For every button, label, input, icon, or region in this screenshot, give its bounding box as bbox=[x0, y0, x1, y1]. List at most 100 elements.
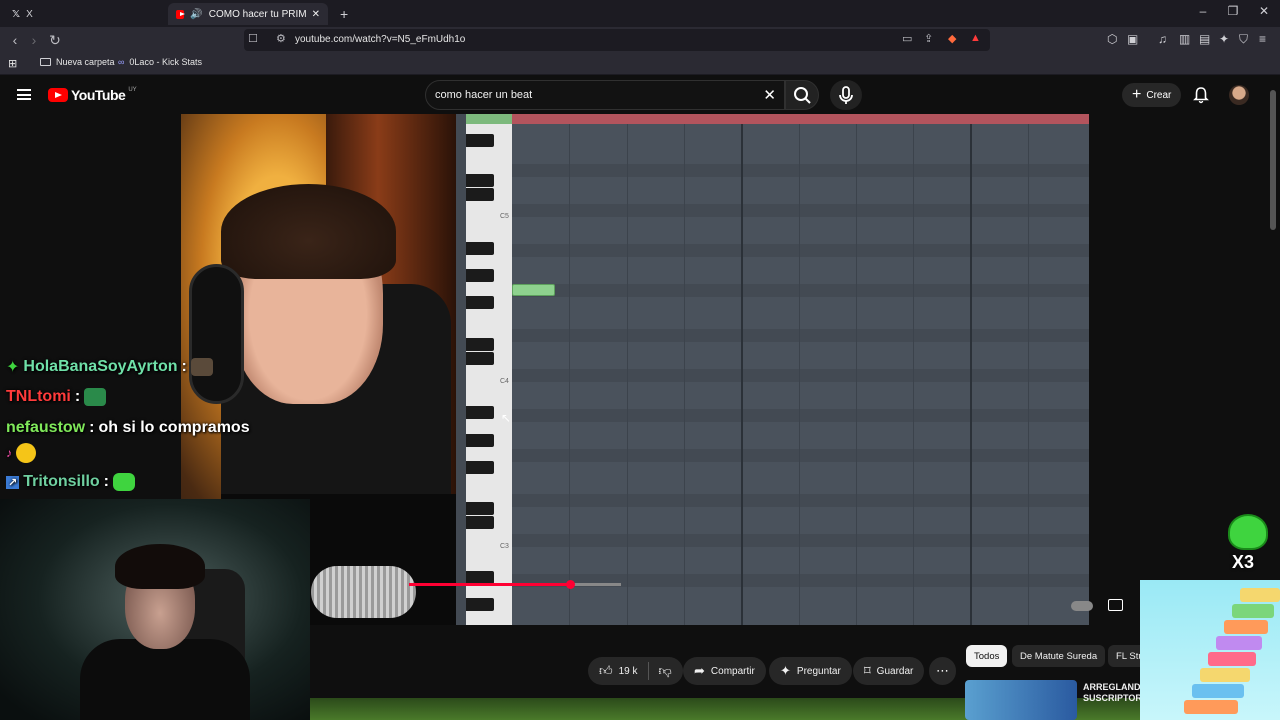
piano-label-c3: C3 bbox=[500, 543, 509, 550]
reload-icon[interactable]: ↻ bbox=[46, 31, 64, 49]
kick-icon: ∞ bbox=[118, 57, 125, 67]
tab-x[interactable]: 𝕏 X bbox=[4, 3, 164, 25]
apps-grid-icon[interactable]: ⊞ bbox=[8, 57, 17, 70]
ask-label: Preguntar bbox=[796, 665, 841, 677]
wallet2-icon[interactable]: ▤ bbox=[1199, 32, 1210, 46]
like-count[interactable]: 19 k bbox=[619, 666, 638, 677]
verified-badge-icon: ✦ bbox=[6, 359, 20, 376]
chat-username: Tritonsillo bbox=[23, 473, 100, 490]
site-info-icon[interactable]: ⚙ bbox=[276, 32, 286, 45]
black-key bbox=[466, 598, 494, 611]
piano-keyboard: C5 C4 C3 bbox=[466, 124, 512, 625]
sparkle-icon: ✦ bbox=[780, 663, 791, 678]
close-window-button[interactable]: ✕ bbox=[1249, 4, 1279, 18]
stair-step bbox=[1200, 668, 1250, 682]
forward-icon[interactable]: › bbox=[25, 31, 43, 49]
bookmark-icon[interactable]: ☐ bbox=[248, 32, 258, 45]
emote-icon bbox=[113, 473, 135, 491]
video-progress-bar[interactable] bbox=[181, 580, 1089, 589]
more-actions-button[interactable]: ⋯ bbox=[929, 657, 956, 685]
grid-row bbox=[512, 534, 1089, 547]
thumbs-down-icon[interactable]: 👎︎ bbox=[659, 663, 672, 679]
share-button[interactable]: ➦ Compartir bbox=[683, 657, 766, 685]
video-player[interactable]: C5 C4 C3 ↖ bbox=[181, 114, 1089, 625]
mouse-cursor-icon: ↖ bbox=[501, 411, 512, 425]
share-icon[interactable]: ⇪ bbox=[924, 32, 933, 45]
music-note-icon: ♪ bbox=[6, 446, 12, 460]
brave-shield-icon[interactable]: ◆ bbox=[948, 32, 956, 45]
tab-youtube-active[interactable]: 🔊 COMO hacer tu PRIMER BEAT ✕ bbox=[168, 3, 328, 25]
search-box[interactable]: como hacer un beat ✕ bbox=[425, 80, 785, 110]
back-icon[interactable]: ‹ bbox=[6, 31, 24, 49]
youtube-logo[interactable]: YouTube UY bbox=[48, 87, 137, 103]
headphones bbox=[189, 264, 244, 404]
rewards-icon[interactable]: ▲ bbox=[970, 32, 981, 44]
recommended-title[interactable]: ARREGLANDO SUSCRIPTORES bbox=[1083, 682, 1143, 706]
create-label: Crear bbox=[1146, 89, 1172, 101]
recommended-thumbnail[interactable] bbox=[965, 680, 1077, 720]
black-key bbox=[466, 338, 494, 351]
vpn-icon[interactable]: ⛉ bbox=[1239, 32, 1248, 47]
black-key bbox=[466, 296, 494, 309]
ask-button[interactable]: ✦ Preguntar bbox=[769, 657, 852, 685]
plus-icon: + bbox=[1132, 86, 1142, 103]
grid-row bbox=[512, 244, 1089, 257]
search-button[interactable] bbox=[785, 80, 819, 110]
piano-roll: C5 C4 C3 bbox=[456, 114, 1089, 625]
chat-username: HolaBanaSoyAyrton bbox=[23, 358, 178, 375]
clear-search-icon[interactable]: ✕ bbox=[763, 86, 776, 104]
midi-note[interactable] bbox=[512, 284, 555, 296]
page-scrollbar[interactable] bbox=[1270, 90, 1276, 230]
extensions-icon[interactable]: ⬡ bbox=[1107, 32, 1117, 46]
thumbs-up-icon[interactable]: 👍︎ bbox=[599, 663, 613, 679]
stair-step bbox=[1216, 636, 1262, 650]
black-key bbox=[466, 188, 494, 201]
youtube-header: YouTube UY como hacer un beat ✕ + Crear bbox=[0, 76, 1280, 114]
grid-line bbox=[627, 124, 628, 625]
bookmark-icon: ⌑ bbox=[864, 663, 871, 678]
piano-label-c4: C4 bbox=[500, 378, 509, 385]
progress-played bbox=[409, 583, 572, 586]
chip-todos[interactable]: Todos bbox=[966, 645, 1008, 667]
black-key bbox=[466, 174, 494, 187]
close-tab-icon[interactable]: ✕ bbox=[312, 9, 320, 20]
chat-separator: : bbox=[181, 358, 187, 375]
emote-icon bbox=[190, 358, 213, 376]
bookmark-label: Nueva carpeta bbox=[56, 57, 115, 67]
create-button[interactable]: + Crear bbox=[1122, 83, 1182, 107]
note-grid[interactable] bbox=[512, 124, 1089, 625]
notifications-button[interactable] bbox=[1192, 86, 1210, 109]
bell-icon bbox=[1193, 87, 1209, 104]
search-input[interactable]: como hacer un beat bbox=[435, 89, 532, 101]
black-key bbox=[466, 242, 494, 255]
autoplay-toggle[interactable] bbox=[1071, 601, 1093, 611]
subtitles-icon[interactable] bbox=[1108, 599, 1123, 611]
chip-de-matute-sureda[interactable]: De Matute Sureda bbox=[1012, 645, 1106, 667]
grid-line bbox=[913, 124, 914, 625]
search-icon bbox=[794, 87, 811, 104]
black-key bbox=[466, 269, 494, 282]
maximize-button[interactable]: ❐ bbox=[1218, 4, 1248, 18]
new-tab-button[interactable]: + bbox=[332, 3, 356, 25]
stair-step bbox=[1240, 588, 1280, 602]
bookmark-nueva-carpeta[interactable]: Nueva carpeta bbox=[40, 57, 115, 67]
save-button[interactable]: ⌑ Guardar bbox=[853, 657, 925, 685]
stair-step bbox=[1224, 620, 1268, 634]
minimize-button[interactable]: – bbox=[1188, 4, 1218, 18]
music-icon[interactable]: ♫ bbox=[1158, 32, 1167, 46]
chat-message: TNLtomi : bbox=[6, 388, 107, 406]
wallet-icon[interactable]: ▣ bbox=[1127, 32, 1138, 46]
share-label: Compartir bbox=[710, 665, 755, 677]
youtube-play-icon bbox=[48, 88, 68, 102]
voice-search-button[interactable] bbox=[830, 80, 862, 110]
address-bar[interactable]: ☐ ⚙ youtube.com/watch?v=N5_eFmUdh1o ▭ ⇪ … bbox=[244, 29, 990, 51]
menu-icon[interactable]: ≡ bbox=[1259, 32, 1266, 46]
grid-line bbox=[856, 124, 857, 625]
screen-icon[interactable]: ▭ bbox=[902, 32, 912, 45]
account-avatar[interactable] bbox=[1229, 85, 1249, 105]
bookmark-kick-stats[interactable]: ∞ 0Laco - Kick Stats bbox=[118, 57, 202, 67]
piano-roll-corner bbox=[466, 114, 512, 124]
hamburger-menu-icon[interactable] bbox=[17, 89, 31, 100]
sidebar-icon[interactable]: ▥ bbox=[1179, 32, 1190, 46]
leo-ai-icon[interactable]: ✦ bbox=[1219, 32, 1229, 46]
